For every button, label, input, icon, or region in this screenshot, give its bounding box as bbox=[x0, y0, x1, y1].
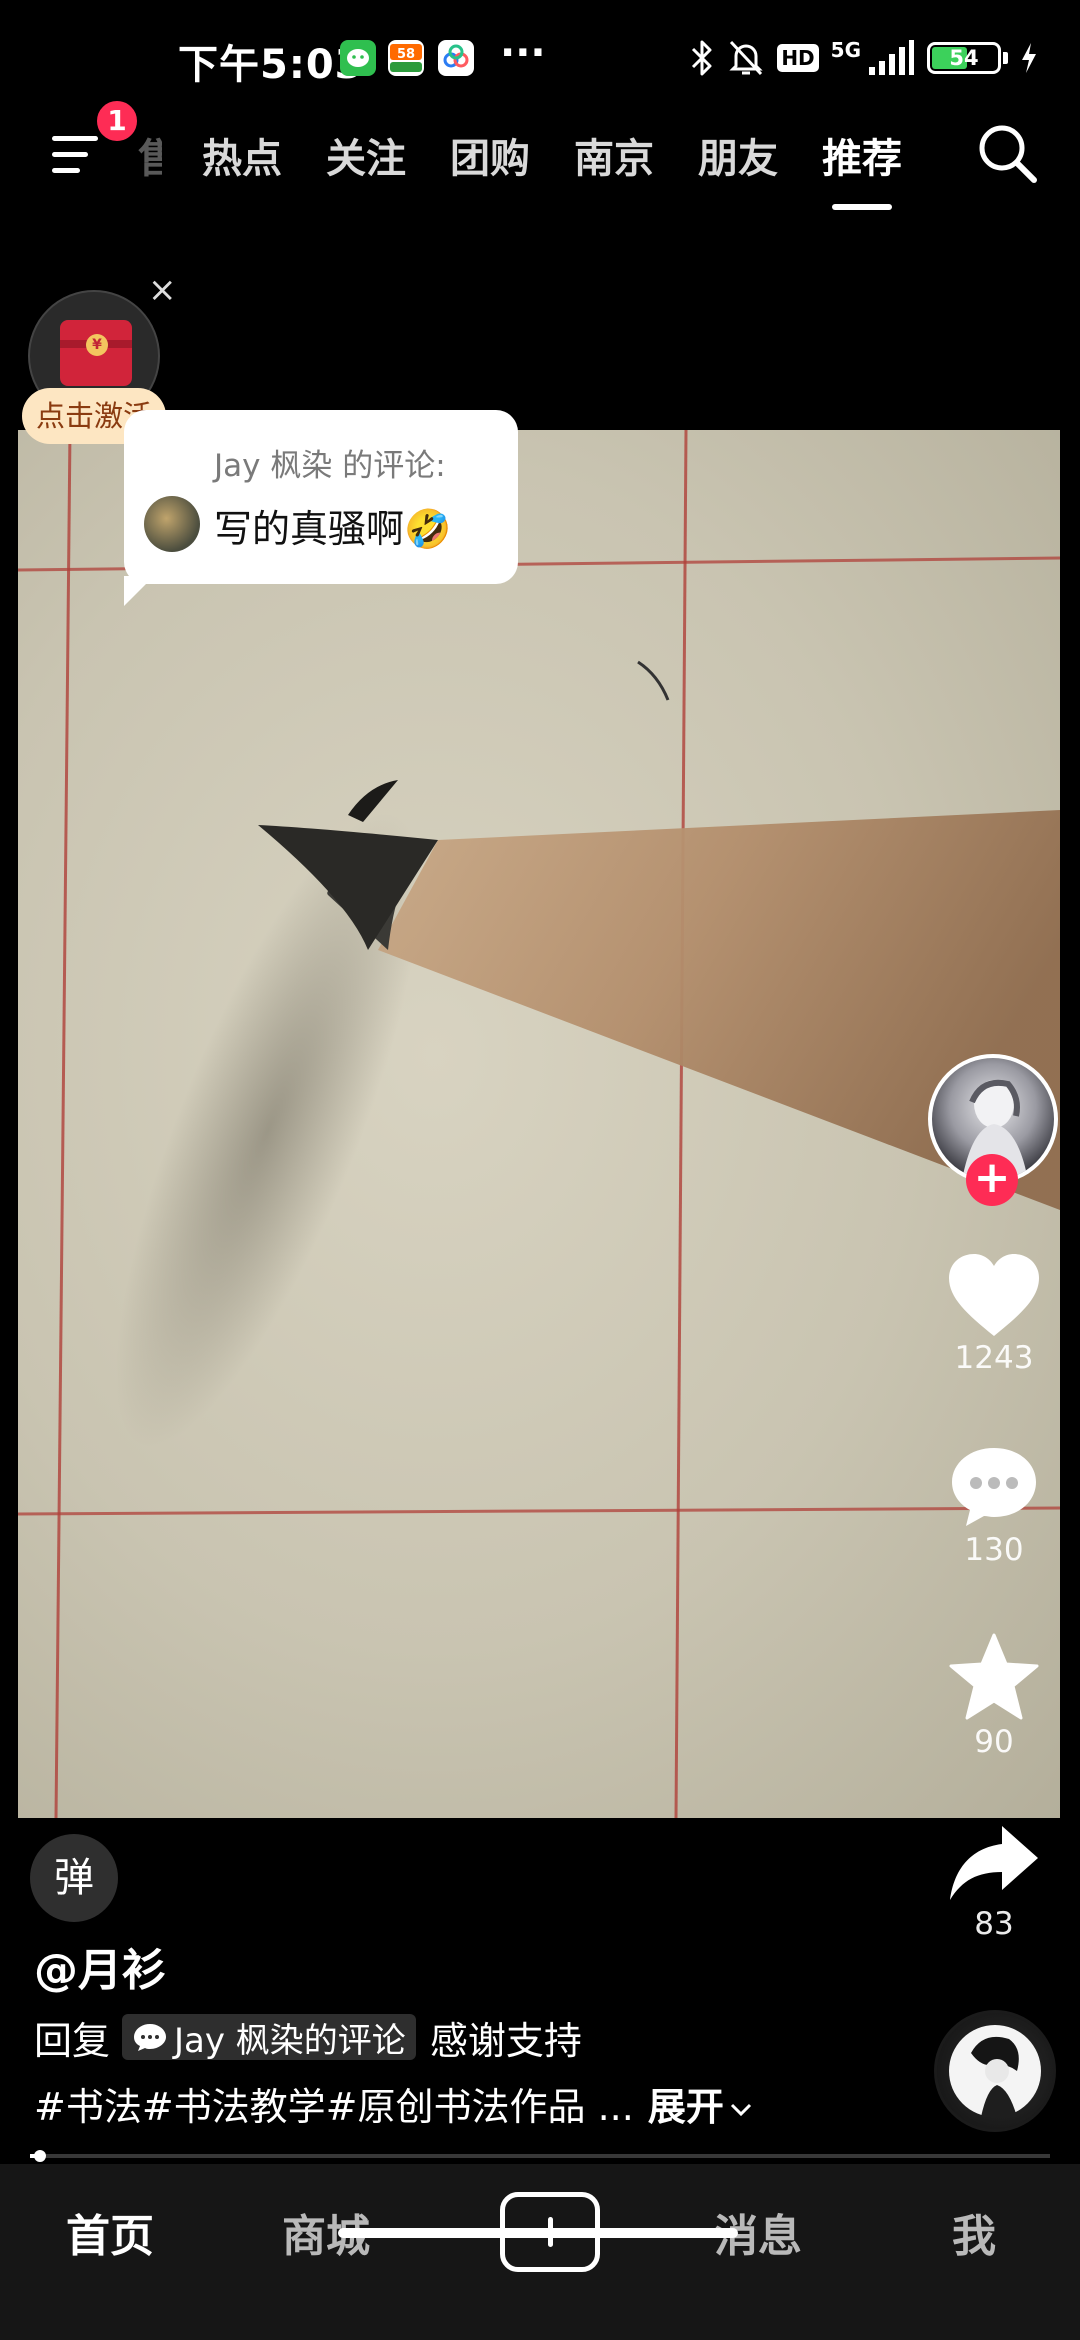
favorite-button[interactable]: 90 bbox=[938, 1632, 1050, 1760]
like-button[interactable]: 1243 bbox=[938, 1252, 1050, 1376]
tab-friends[interactable]: 朋友 bbox=[698, 126, 778, 184]
search-button[interactable] bbox=[974, 120, 1040, 186]
charging-icon bbox=[1022, 43, 1036, 73]
nav-tabs: 售 热点 关注 团购 南京 朋友 推荐 bbox=[138, 120, 946, 210]
comment-icon bbox=[952, 1448, 1036, 1526]
status-time: 下午5:03 bbox=[178, 42, 364, 88]
tab-group-buy[interactable]: 团购 bbox=[450, 126, 530, 184]
expand-label: 展开 bbox=[647, 2085, 724, 2129]
share-count: 83 bbox=[974, 1906, 1014, 1942]
more-notifications-icon: ··· bbox=[500, 30, 546, 76]
wechat-icon bbox=[340, 40, 376, 76]
svg-text:58: 58 bbox=[397, 47, 415, 62]
video-progress-bar[interactable] bbox=[30, 2150, 1050, 2162]
mute-bell-icon bbox=[729, 40, 763, 76]
video-caption-reply: 回复 Jay 枫染的评论 感谢支持 bbox=[34, 2012, 582, 2063]
signal-icon bbox=[869, 40, 914, 75]
reply-prefix: 回复 bbox=[34, 2018, 111, 2063]
hashtags[interactable]: #书法#书法教学#原创书法作品 ... 展开 bbox=[34, 2076, 754, 2131]
battery-indicator: 54 bbox=[927, 42, 1001, 74]
reply-text: 感谢支持 bbox=[429, 2018, 582, 2063]
home-indicator bbox=[338, 2228, 738, 2238]
favorite-count: 90 bbox=[974, 1724, 1014, 1760]
close-icon[interactable]: × bbox=[148, 270, 177, 310]
share-icon bbox=[950, 1826, 1038, 1900]
share-button[interactable]: 83 bbox=[938, 1822, 1050, 1942]
music-cover-image bbox=[949, 2025, 1041, 2117]
red-envelope-icon: ¥ bbox=[60, 320, 132, 386]
top-nav: 售 热点 关注 团购 南京 朋友 推荐 bbox=[0, 110, 1080, 210]
video-frame-calligraphy bbox=[18, 430, 1060, 1818]
hd-badge: HD bbox=[777, 44, 819, 72]
network-type: 5G bbox=[830, 38, 861, 62]
star-icon bbox=[949, 1633, 1039, 1720]
tab-home[interactable]: 首页 bbox=[10, 2200, 210, 2264]
tab-hot[interactable]: 热点 bbox=[202, 126, 282, 184]
tab-recommend[interactable]: 推荐 bbox=[822, 126, 902, 210]
bluetooth-icon bbox=[692, 40, 712, 76]
video-player[interactable] bbox=[18, 430, 1060, 1818]
video-progress-knob[interactable] bbox=[34, 2150, 47, 2162]
danmu-toggle-button[interactable]: 弹 bbox=[30, 1834, 118, 1922]
search-icon bbox=[979, 125, 1037, 183]
chevron-down-icon bbox=[730, 2103, 751, 2117]
hashtag-text[interactable]: #书法#书法教学#原创书法作品 ... bbox=[34, 2085, 634, 2129]
status-bar: 下午5:03 58 ··· HD 5G 54 bbox=[0, 0, 1080, 110]
expand-button[interactable]: 展开 bbox=[648, 2085, 754, 2129]
comment-count: 130 bbox=[964, 1532, 1024, 1568]
battery-tip bbox=[1003, 52, 1008, 64]
heart-icon bbox=[949, 1254, 1039, 1336]
bottom-tabbar: 首页 商城 消息 我 bbox=[0, 2164, 1080, 2340]
music-disc[interactable] bbox=[934, 2010, 1056, 2132]
menu-notification-badge: 1 bbox=[94, 98, 140, 144]
tab-partial[interactable]: 售 bbox=[138, 126, 162, 184]
reply-chip-label: Jay 枫染的评论 bbox=[174, 2020, 406, 2061]
comment-bubble-icon bbox=[134, 2024, 167, 2051]
comment-button[interactable]: 130 bbox=[938, 1444, 1050, 1568]
reply-comment-chip[interactable]: Jay 枫染的评论 bbox=[122, 2014, 416, 2061]
commenter-avatar bbox=[144, 496, 200, 552]
tab-nanjing[interactable]: 南京 bbox=[574, 126, 654, 184]
baidu-netdisk-icon bbox=[438, 40, 474, 76]
status-indicators: HD 5G 54 bbox=[689, 36, 1038, 80]
tab-following[interactable]: 关注 bbox=[326, 126, 406, 184]
follow-button[interactable]: + bbox=[966, 1154, 1018, 1206]
like-count: 1243 bbox=[954, 1340, 1034, 1376]
featured-comment-bubble[interactable]: Jay 枫染 的评论: 写的真骚啊🤣 bbox=[124, 410, 518, 606]
author-name[interactable]: @月衫 bbox=[34, 1934, 166, 1998]
tab-me[interactable]: 我 bbox=[874, 2200, 1074, 2264]
battery-level: 54 bbox=[949, 46, 979, 70]
coin-icon: ¥ bbox=[86, 334, 108, 356]
comment-text: 写的真骚啊🤣 bbox=[214, 507, 452, 551]
comment-author: Jay 枫染 的评论: bbox=[214, 448, 446, 484]
58-app-icon: 58 bbox=[388, 40, 424, 76]
